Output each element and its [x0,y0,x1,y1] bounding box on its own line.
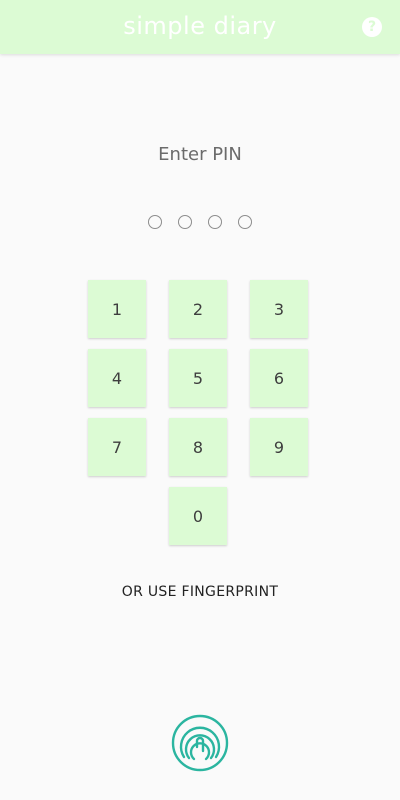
key-4[interactable]: 4 [88,349,146,407]
pin-dot [148,215,162,229]
fingerprint-icon[interactable] [170,713,230,773]
pin-indicator [148,215,252,229]
help-icon[interactable]: ? [362,17,382,37]
app-bar: simple diary ? [0,0,400,54]
pin-dot [238,215,252,229]
app-title: simple diary [123,12,277,40]
key-0[interactable]: 0 [169,487,227,545]
key-6[interactable]: 6 [250,349,308,407]
pin-dot [178,215,192,229]
pin-prompt: Enter PIN [158,144,242,165]
key-3[interactable]: 3 [250,280,308,338]
key-1[interactable]: 1 [88,280,146,338]
key-5[interactable]: 5 [169,349,227,407]
fingerprint-label: OR USE FINGERPRINT [121,584,279,600]
key-2[interactable]: 2 [169,280,227,338]
key-7[interactable]: 7 [88,418,146,476]
pin-dot [208,215,222,229]
key-9[interactable]: 9 [250,418,308,476]
key-8[interactable]: 8 [169,418,227,476]
